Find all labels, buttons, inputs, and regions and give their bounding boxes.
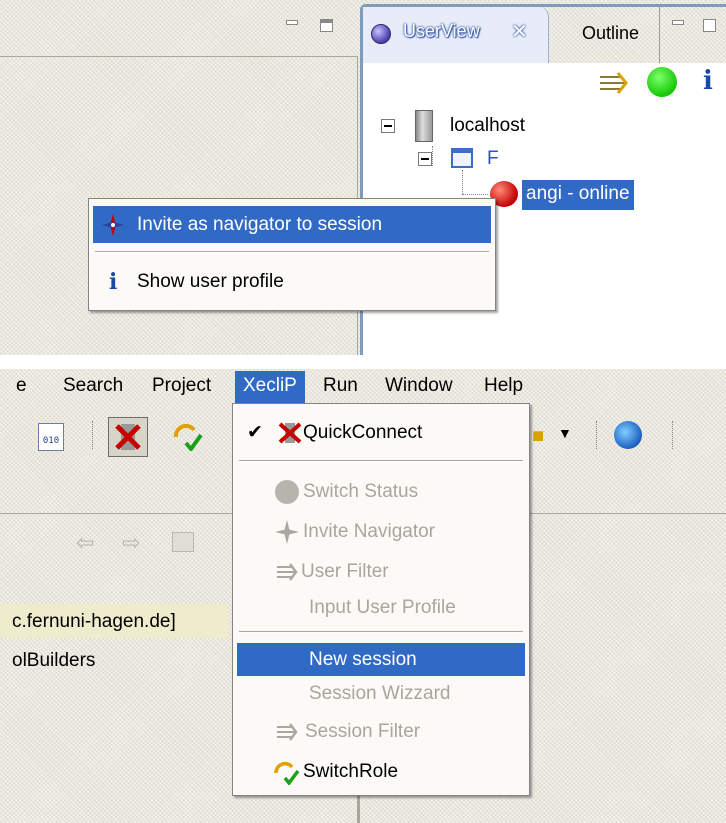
menu-search[interactable]: Search	[63, 375, 123, 397]
chevron-down-icon[interactable]: ▼	[558, 425, 572, 441]
tree-host-label: localhost	[450, 115, 525, 136]
tab-outline[interactable]: Outline	[550, 7, 660, 63]
check-icon: ✔	[247, 422, 263, 443]
menu-item-session-filter-label: Session Filter	[305, 720, 421, 742]
navigator-compass-icon	[99, 213, 127, 237]
window-icon	[451, 148, 473, 168]
status-dot-icon	[275, 479, 299, 504]
menu-separator-2	[239, 631, 523, 633]
menu-item-switch-status-label: Switch Status	[303, 480, 419, 502]
menu-help[interactable]: Help	[484, 375, 523, 397]
menu-item-quickconnect[interactable]: ✔ QuickConnect	[237, 416, 525, 449]
dropdown-icon[interactable]: ■	[532, 425, 544, 448]
filter-arrows-icon	[275, 561, 301, 583]
filter-arrows-icon	[275, 721, 301, 743]
tree-folder-label: F	[487, 148, 499, 169]
filter-arrows-icon[interactable]	[598, 70, 632, 96]
server-icon	[415, 110, 433, 142]
menu-separator	[95, 251, 489, 253]
menu-item-invite-navigator-label: Invite as navigator to session	[137, 213, 383, 235]
info-icon[interactable]: i	[703, 66, 713, 96]
tree-user-label[interactable]: angi - online	[521, 179, 635, 211]
menu-item-show-user-profile[interactable]: i Show user profile	[93, 265, 491, 298]
menu-project[interactable]: Project	[152, 375, 211, 397]
nav-history-icon[interactable]	[172, 532, 194, 552]
toolbar-separator-3	[672, 421, 675, 449]
context-menu: Invite as navigator to session i Show us…	[88, 198, 496, 311]
screenshot-gap	[0, 355, 726, 369]
tab-close-icon[interactable]: ✕	[511, 19, 528, 44]
editor-line-2: olBuilders	[12, 650, 96, 671]
view-minimize-button[interactable]	[672, 20, 684, 25]
tab-outline-label: Outline	[582, 23, 640, 43]
menu-item-input-user-profile[interactable]: Input User Profile	[237, 591, 525, 624]
globe-icon[interactable]	[614, 421, 642, 449]
menu-item-quickconnect-label: QuickConnect	[303, 421, 423, 443]
quickconnect-icon[interactable]	[108, 417, 148, 457]
menu-item-show-user-profile-label: Show user profile	[137, 270, 284, 292]
view-maximize-button[interactable]	[703, 19, 716, 32]
menu-item-invite-navigator[interactable]: Invite as navigator to session	[93, 206, 491, 243]
menu-item-switchrole[interactable]: SwitchRole	[237, 755, 525, 788]
menu-item-switch-status[interactable]: Switch Status	[237, 475, 525, 508]
menu-item-invite-navigator[interactable]: Invite Navigator	[237, 515, 525, 548]
menu-run[interactable]: Run	[323, 375, 358, 397]
menu-window[interactable]: Window	[385, 375, 453, 397]
nav-back-icon[interactable]: ⇦	[76, 530, 94, 556]
tab-userview-label: UserView	[403, 21, 480, 41]
menu-xeclip[interactable]: XecliP	[235, 371, 305, 403]
tree-collapse-localhost-minus	[384, 125, 392, 127]
tree-line	[432, 146, 433, 166]
binary-file-icon[interactable]: 010	[38, 423, 64, 451]
tab-userview[interactable]: UserView ✕	[363, 7, 549, 63]
tree-line-2	[462, 170, 463, 194]
menu-separator-1	[239, 460, 523, 462]
left-minimize-button[interactable]	[286, 20, 298, 25]
menu-item-session-wizzard[interactable]: Session Wizzard	[237, 677, 525, 710]
nav-forward-icon[interactable]: ⇨	[122, 530, 140, 556]
left-maximize-button-bar	[321, 20, 332, 23]
menu-item-user-filter[interactable]: User Filter	[237, 555, 525, 588]
toolbar-separator-2	[596, 421, 599, 449]
toolbar-separator	[92, 421, 95, 449]
menu-item-input-user-profile-label: Input User Profile	[309, 596, 456, 618]
menu-item-session-filter[interactable]: Session Filter	[237, 715, 525, 748]
userview-globe-icon	[371, 24, 391, 44]
menu-item-invite-navigator-label: Invite Navigator	[303, 520, 436, 542]
menu-item-session-wizzard-label: Session Wizzard	[309, 682, 451, 704]
online-status-icon[interactable]	[647, 67, 677, 97]
menubar: e Search Project XecliP Run Window Help	[0, 369, 726, 403]
xeclip-menu: ✔ QuickConnect Switch Status Invite Navi…	[232, 403, 530, 796]
tree-line-3	[462, 194, 488, 195]
menu-item-switchrole-label: SwitchRole	[303, 760, 399, 782]
info-icon: i	[109, 268, 118, 295]
menu-item-new-session-label: New session	[309, 648, 417, 670]
quickconnect-icon	[277, 420, 303, 446]
switch-role-icon	[273, 759, 301, 785]
menu-edit-fragment[interactable]: e	[16, 375, 27, 397]
menu-item-user-filter-label: User Filter	[301, 560, 389, 582]
editor-line-1: c.fernuni-hagen.de]	[12, 611, 176, 632]
switch-role-icon[interactable]	[172, 421, 204, 453]
navigator-compass-icon	[273, 519, 301, 545]
menu-item-new-session[interactable]: New session	[237, 643, 525, 676]
tree-collapse-folder-minus	[421, 158, 429, 160]
